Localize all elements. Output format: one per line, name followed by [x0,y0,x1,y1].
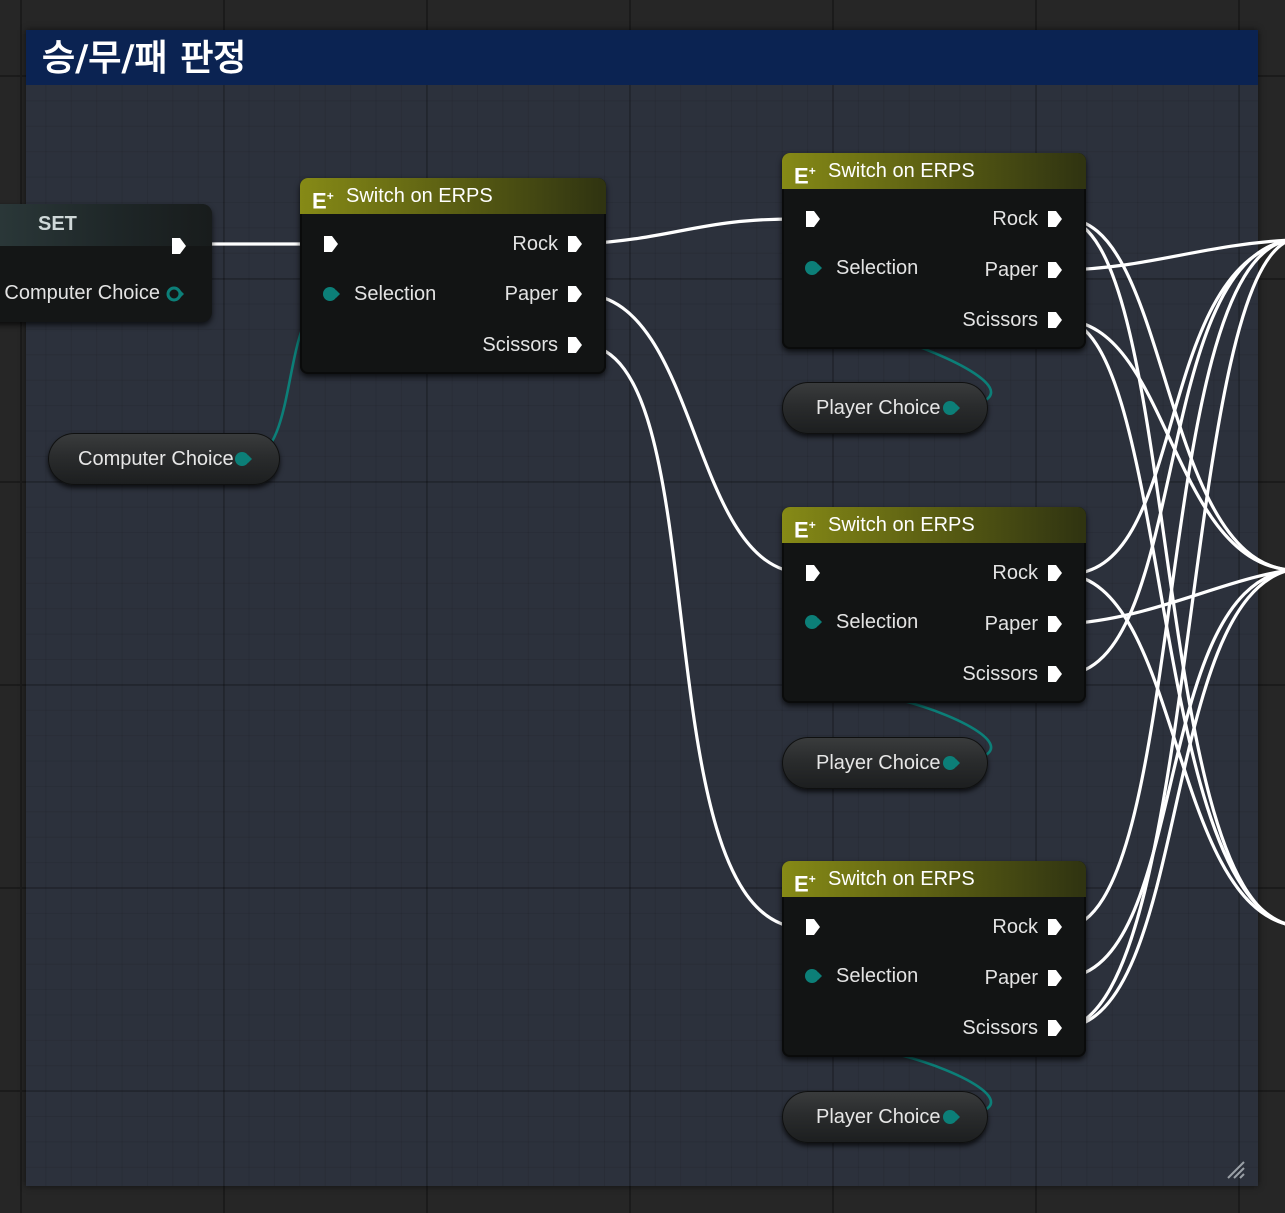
resize-grip-icon[interactable] [1224,1158,1246,1180]
exec-out-pin-icon[interactable] [1046,664,1064,684]
exec-in-pin-icon[interactable] [322,234,340,254]
enum-pin-icon[interactable] [804,967,822,985]
switch-node[interactable]: E+ Switch on ERPS Selection Rock Paper S… [782,861,1086,1057]
switch-node[interactable]: E+ Switch on ERPS Selection Rock Paper S… [782,507,1086,703]
switch-node[interactable]: E+ Switch on ERPS Selection Rock Paper S… [300,178,606,374]
enum-switch-icon: E+ [794,517,816,543]
player-choice-variable[interactable]: Player Choice [782,1091,988,1143]
output-scissors-label: Scissors [482,334,558,356]
output-scissors-label: Scissors [962,1017,1038,1039]
set-node[interactable]: SET Computer Choice [0,204,212,322]
exec-out-pin-icon[interactable] [566,335,584,355]
enum-pin-icon[interactable] [234,450,252,468]
enum-pin-icon[interactable] [942,399,960,417]
enum-pin-icon[interactable] [804,259,822,277]
computer-choice-variable[interactable]: Computer Choice [48,433,280,485]
enum-pin-icon[interactable] [804,613,822,631]
enum-switch-icon: E+ [794,163,816,189]
selection-label: Selection [836,257,919,279]
computer-choice-label: Computer Choice [78,448,234,470]
output-rock-label: Rock [992,562,1038,584]
exec-in-pin-icon[interactable] [804,209,822,229]
set-node-pin-label: Computer Choice [4,282,160,304]
exec-out-pin-icon[interactable] [1046,614,1064,634]
output-paper-label: Paper [984,259,1038,281]
output-paper-label: Paper [984,967,1038,989]
switch-node-title: E+ Switch on ERPS [300,178,606,214]
exec-out-pin-icon[interactable] [1046,917,1064,937]
enum-pin-icon[interactable] [166,285,184,303]
enum-pin-icon[interactable] [942,754,960,772]
exec-out-pin-icon[interactable] [170,236,188,256]
switch-node-title: E+ Switch on ERPS [782,861,1086,897]
enum-switch-icon: E+ [312,188,334,214]
exec-in-pin-icon[interactable] [804,563,822,583]
player-choice-label: Player Choice [816,1106,941,1128]
enum-pin-icon[interactable] [942,1108,960,1126]
exec-out-pin-icon[interactable] [1046,260,1064,280]
player-choice-label: Player Choice [816,752,941,774]
switch-node-title: E+ Switch on ERPS [782,507,1086,543]
output-scissors-label: Scissors [962,309,1038,331]
switch-node[interactable]: E+ Switch on ERPS Selection Rock Paper S… [782,153,1086,349]
enum-switch-icon: E+ [794,871,816,897]
output-paper-label: Paper [984,613,1038,635]
exec-out-pin-icon[interactable] [1046,310,1064,330]
exec-in-pin-icon[interactable] [804,917,822,937]
enum-pin-icon[interactable] [322,285,340,303]
selection-label: Selection [836,611,919,633]
output-rock-label: Rock [992,916,1038,938]
output-paper-label: Paper [504,283,558,305]
exec-out-pin-icon[interactable] [566,234,584,254]
exec-out-pin-icon[interactable] [1046,1018,1064,1038]
comment-title[interactable]: 승/무/패 판정 [26,30,1258,85]
selection-label: Selection [354,283,437,305]
player-choice-variable[interactable]: Player Choice [782,382,988,434]
player-choice-variable[interactable]: Player Choice [782,737,988,789]
output-scissors-label: Scissors [962,663,1038,685]
exec-out-pin-icon[interactable] [1046,209,1064,229]
exec-out-pin-icon[interactable] [1046,968,1064,988]
player-choice-label: Player Choice [816,397,941,419]
exec-out-pin-icon[interactable] [566,284,584,304]
selection-label: Selection [836,965,919,987]
switch-node-title: E+ Switch on ERPS [782,153,1086,189]
output-rock-label: Rock [992,208,1038,230]
output-rock-label: Rock [512,233,558,255]
exec-out-pin-icon[interactable] [1046,563,1064,583]
